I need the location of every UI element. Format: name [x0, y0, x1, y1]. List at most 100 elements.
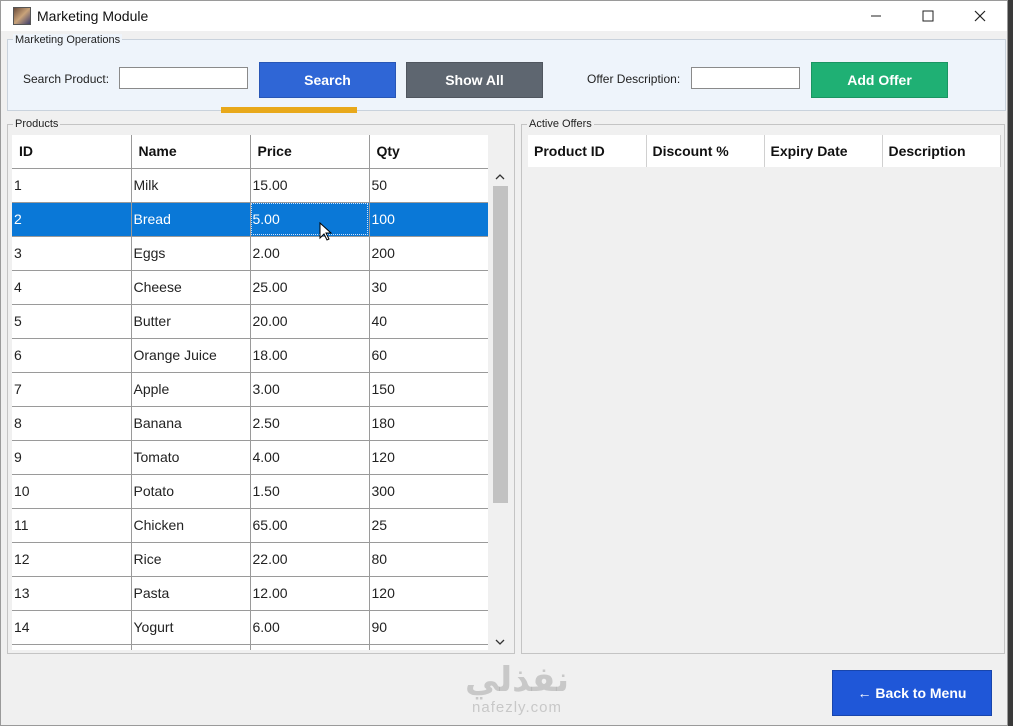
table-row[interactable]: 10 Potato 1.50 300: [12, 474, 488, 509]
offers-table[interactable]: Product ID Discount % Expiry Date Descri…: [528, 135, 1001, 167]
search-button[interactable]: Search: [259, 62, 396, 98]
cell-name[interactable]: Bread: [131, 202, 251, 237]
cell-qty[interactable]: 60: [369, 338, 488, 373]
scrollbar-thumb[interactable]: [493, 186, 508, 503]
cell-price[interactable]: 22.00: [250, 542, 370, 577]
cell-qty[interactable]: 150: [369, 372, 488, 407]
cell-id[interactable]: 5: [12, 304, 132, 339]
cell-price[interactable]: 2.50: [250, 406, 370, 441]
cell-qty[interactable]: 25: [369, 508, 488, 543]
cell-name[interactable]: Potato: [131, 474, 251, 509]
scroll-up-icon[interactable]: [490, 168, 510, 185]
cell-name[interactable]: [131, 644, 251, 650]
cell-price[interactable]: [250, 644, 370, 650]
show-all-button[interactable]: Show All: [406, 62, 543, 98]
cell-price[interactable]: 18.00: [250, 338, 370, 373]
column-header-qty[interactable]: Qty: [369, 135, 488, 169]
cell-id[interactable]: 10: [12, 474, 132, 509]
table-row[interactable]: [12, 644, 488, 650]
column-header-name[interactable]: Name: [131, 135, 251, 169]
cell-qty[interactable]: 100: [369, 202, 488, 237]
cell-name[interactable]: Chicken: [131, 508, 251, 543]
cell-id[interactable]: 14: [12, 610, 132, 645]
table-row[interactable]: 9 Tomato 4.00 120: [12, 440, 488, 475]
cell-qty[interactable]: 90: [369, 610, 488, 645]
column-header-price[interactable]: Price: [250, 135, 370, 169]
cell-qty[interactable]: 40: [369, 304, 488, 339]
cell-name[interactable]: Cheese: [131, 270, 251, 305]
table-row[interactable]: 2 Bread 5.00 100: [12, 202, 488, 237]
cell-id[interactable]: 13: [12, 576, 132, 611]
cell-name[interactable]: Tomato: [131, 440, 251, 475]
table-row[interactable]: 1 Milk 15.00 50: [12, 168, 488, 203]
cell-price[interactable]: 15.00: [250, 168, 370, 203]
table-row[interactable]: 5 Butter 20.00 40: [12, 304, 488, 339]
cell-id[interactable]: 7: [12, 372, 132, 407]
cell-id[interactable]: 4: [12, 270, 132, 305]
cell-qty[interactable]: 200: [369, 236, 488, 271]
cell-qty[interactable]: 30: [369, 270, 488, 305]
search-product-input[interactable]: [119, 67, 248, 89]
cell-id[interactable]: 6: [12, 338, 132, 373]
cell-price[interactable]: 65.00: [250, 508, 370, 543]
cell-qty[interactable]: 300: [369, 474, 488, 509]
products-table-viewport[interactable]: ID Name Price Qty 1 Milk 15.00 50 2 Bread 5.00…: [12, 135, 488, 650]
cell-name[interactable]: Milk: [131, 168, 251, 203]
cell-price[interactable]: 6.00: [250, 610, 370, 645]
cell-name[interactable]: Yogurt: [131, 610, 251, 645]
cell-price[interactable]: 2.00: [250, 236, 370, 271]
cell-price[interactable]: 5.00: [250, 202, 370, 237]
table-row[interactable]: 12 Rice 22.00 80: [12, 542, 488, 577]
column-header-description[interactable]: Description: [882, 135, 1001, 167]
offer-description-input[interactable]: [691, 67, 800, 89]
cell-qty[interactable]: 180: [369, 406, 488, 441]
close-icon[interactable]: [957, 1, 1003, 31]
column-header-discount[interactable]: Discount %: [646, 135, 765, 167]
table-row[interactable]: 7 Apple 3.00 150: [12, 372, 488, 407]
column-header-id[interactable]: ID: [12, 135, 132, 169]
cell-qty[interactable]: 80: [369, 542, 488, 577]
cell-price[interactable]: 25.00: [250, 270, 370, 305]
column-header-product-id[interactable]: Product ID: [528, 135, 647, 167]
cell-qty[interactable]: 50: [369, 168, 488, 203]
table-row[interactable]: 13 Pasta 12.00 120: [12, 576, 488, 611]
cell-id[interactable]: [12, 644, 132, 650]
cell-name[interactable]: Butter: [131, 304, 251, 339]
cell-id[interactable]: 8: [12, 406, 132, 441]
table-row[interactable]: 11 Chicken 65.00 25: [12, 508, 488, 543]
table-row[interactable]: 3 Eggs 2.00 200: [12, 236, 488, 271]
minimize-icon[interactable]: [853, 1, 899, 31]
cell-price[interactable]: 3.00: [250, 372, 370, 407]
scroll-down-icon[interactable]: [490, 633, 510, 650]
cell-id[interactable]: 11: [12, 508, 132, 543]
cell-qty[interactable]: 120: [369, 576, 488, 611]
add-offer-button[interactable]: Add Offer: [811, 62, 948, 98]
cell-name[interactable]: Banana: [131, 406, 251, 441]
table-row[interactable]: 4 Cheese 25.00 30: [12, 270, 488, 305]
title-bar[interactable]: Marketing Module: [1, 1, 1007, 31]
table-row[interactable]: 8 Banana 2.50 180: [12, 406, 488, 441]
column-header-expiry-date[interactable]: Expiry Date: [764, 135, 883, 167]
maximize-icon[interactable]: [905, 1, 951, 31]
cell-id[interactable]: 9: [12, 440, 132, 475]
cell-qty[interactable]: [369, 644, 488, 650]
cell-id[interactable]: 1: [12, 168, 132, 203]
products-scrollbar[interactable]: [490, 168, 510, 650]
cell-price[interactable]: 4.00: [250, 440, 370, 475]
cell-name[interactable]: Orange Juice: [131, 338, 251, 373]
cell-name[interactable]: Eggs: [131, 236, 251, 271]
cell-id[interactable]: 2: [12, 202, 132, 237]
cell-name[interactable]: Apple: [131, 372, 251, 407]
cell-qty[interactable]: 120: [369, 440, 488, 475]
back-to-menu-button[interactable]: ← Back to Menu: [832, 670, 992, 716]
cell-price[interactable]: 1.50: [250, 474, 370, 509]
offers-header-row: Product ID Discount % Expiry Date Descri…: [528, 135, 1001, 167]
table-row[interactable]: 14 Yogurt 6.00 90: [12, 610, 488, 645]
cell-name[interactable]: Rice: [131, 542, 251, 577]
table-row[interactable]: 6 Orange Juice 18.00 60: [12, 338, 488, 373]
cell-price[interactable]: 20.00: [250, 304, 370, 339]
cell-name[interactable]: Pasta: [131, 576, 251, 611]
cell-price[interactable]: 12.00: [250, 576, 370, 611]
cell-id[interactable]: 12: [12, 542, 132, 577]
cell-id[interactable]: 3: [12, 236, 132, 271]
